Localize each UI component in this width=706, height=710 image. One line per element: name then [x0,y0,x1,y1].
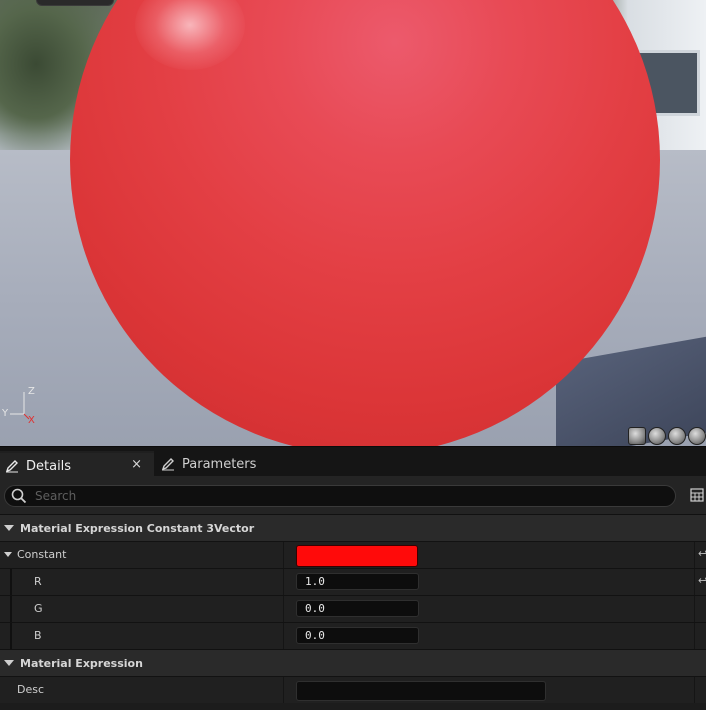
preview-shape-selector[interactable] [628,427,706,445]
desc-input[interactable] [296,681,546,701]
axis-gizmo: Z Y X [2,384,42,428]
close-tab-icon[interactable]: × [131,457,142,472]
category-header-constant-3vector[interactable]: Material Expression Constant 3Vector [0,514,706,541]
reset-to-default-icon[interactable]: ↩ [698,547,706,560]
b-value-input[interactable]: 0.0 [296,627,419,644]
property-row-r: R 1.0 ↩ [0,568,706,595]
property-name: G [34,602,43,615]
details-panel: Search Material Expression Constant 3Vec… [0,476,706,710]
panel-tab-bar: Details × Parameters [0,446,706,479]
column-divider [694,623,695,649]
column-divider[interactable] [283,677,284,703]
tab-details-label: Details [26,458,72,474]
search-placeholder: Search [35,489,77,503]
indent-guide [10,596,12,622]
axis-y-label: Y [2,408,9,419]
expand-arrow-icon[interactable] [4,552,12,557]
column-divider [694,677,695,703]
pencil-icon [4,458,20,474]
axis-x-label: X [28,415,35,426]
collapse-arrow-icon[interactable] [4,660,14,666]
plane-preview-icon[interactable] [668,427,686,445]
indent-guide [10,569,12,595]
indent-guide [10,623,12,649]
column-divider [694,596,695,622]
search-icon [11,488,27,504]
reset-to-default-icon[interactable]: ↩ [698,574,706,587]
column-divider [694,569,695,595]
search-input[interactable]: Search [4,485,676,507]
tab-parameters[interactable]: Parameters [156,451,296,477]
axis-z-label: Z [28,386,35,397]
search-row: Search [0,476,706,514]
property-name: B [34,629,42,642]
material-preview-viewport[interactable]: Z Y X [0,0,706,446]
category-header-material-expression[interactable]: Material Expression [0,649,706,676]
property-row-g: G 0.0 [0,595,706,622]
column-divider[interactable] [283,623,284,649]
property-name: R [34,575,42,588]
cube-preview-icon[interactable] [688,427,706,445]
r-value-input[interactable]: 1.0 [296,573,419,590]
property-row-b: B 0.0 [0,622,706,649]
color-swatch[interactable] [296,545,418,567]
property-name: Desc [17,683,45,696]
property-row-desc: Desc [0,676,706,703]
property-row-constant: Constant ↩ [0,541,706,568]
column-divider[interactable] [283,569,284,595]
property-matrix-icon[interactable] [690,488,704,502]
category-title: Material Expression [20,656,143,670]
tab-parameters-label: Parameters [182,456,257,472]
collapse-arrow-icon[interactable] [4,525,14,531]
tab-details[interactable]: Details × [0,451,154,479]
viewport-toolbar-button[interactable] [36,0,114,6]
column-divider[interactable] [283,596,284,622]
property-name: Constant [17,548,67,561]
column-divider [694,542,695,568]
category-title: Material Expression Constant 3Vector [20,521,255,535]
g-value-input[interactable]: 0.0 [296,600,419,617]
cylinder-preview-icon[interactable] [628,427,646,445]
pencil-icon [160,456,176,472]
column-divider[interactable] [283,542,284,568]
sphere-preview-icon[interactable] [648,427,666,445]
